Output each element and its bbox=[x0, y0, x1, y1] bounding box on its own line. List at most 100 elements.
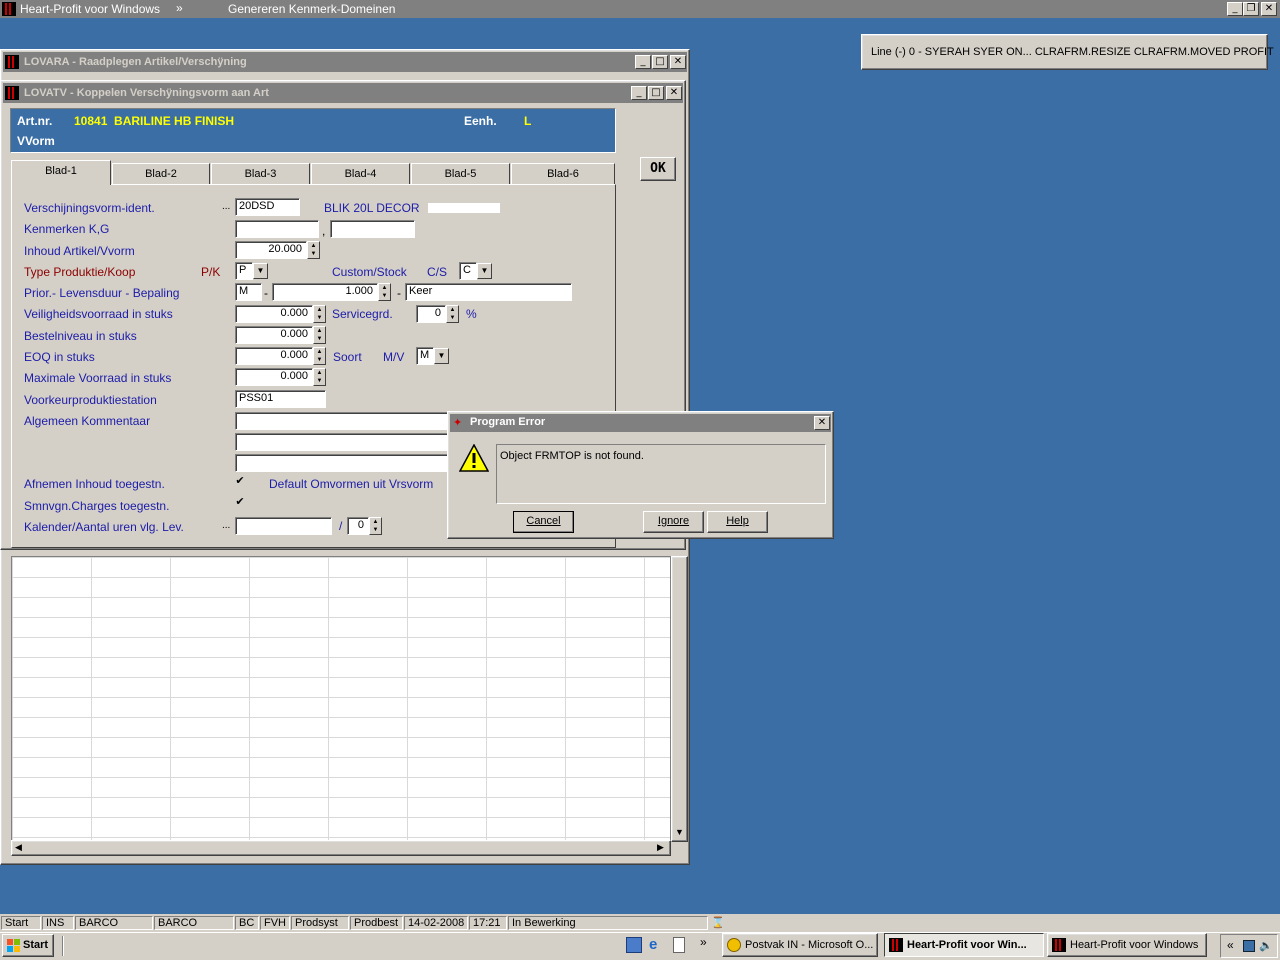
maximale-voorraad-label: Maximale Voorraad in stuks bbox=[24, 371, 172, 385]
servicegraad-input[interactable]: 0 bbox=[416, 305, 446, 323]
veiligheidsvoorraad-label: Veiligheidsvoorraad in stuks bbox=[24, 307, 173, 321]
article-header: Art.nr. 10841 BARILINE HB FINISH Eenh. L… bbox=[10, 108, 616, 153]
status-bc: BC bbox=[235, 916, 259, 930]
eenh-value: L bbox=[524, 114, 532, 128]
afnemen-inhoud-checkbox[interactable]: ✔ bbox=[234, 476, 246, 488]
artnr-value: 10841 BARILINE HB FINISH bbox=[74, 114, 235, 128]
dialog-close-button[interactable]: ✕ bbox=[814, 416, 830, 430]
ie-icon[interactable]: e bbox=[649, 937, 665, 953]
window-lovara-title: LOVARA - Raadplegen Artikel/Verschÿning bbox=[24, 56, 247, 68]
restore-button[interactable]: ❐ bbox=[1243, 2, 1259, 16]
minimize-button[interactable]: _ bbox=[1227, 2, 1243, 16]
task-outlook[interactable]: Postvak IN - Microsoft O... bbox=[722, 933, 878, 957]
kommentaar-line-2[interactable] bbox=[235, 433, 449, 451]
lovatv-close-button[interactable]: ✕ bbox=[666, 86, 682, 100]
soort-dropdown-icon[interactable]: ▼ bbox=[434, 348, 449, 364]
start-button[interactable]: Start bbox=[2, 934, 54, 957]
desktop-icon[interactable] bbox=[626, 937, 642, 953]
type-produktie-dropdown-icon[interactable]: ▼ bbox=[253, 263, 268, 279]
inhoud-stepper[interactable]: ▲ ▼ bbox=[307, 241, 320, 259]
custom-stock-label: Custom/Stock bbox=[332, 265, 407, 279]
ignore-button[interactable]: Ignore bbox=[643, 511, 704, 533]
eoq-input[interactable]: 0.000 bbox=[235, 347, 313, 365]
bestelniveau-stepper[interactable]: ▲ ▼ bbox=[313, 326, 326, 344]
aantal-uren-input[interactable]: 0 bbox=[347, 517, 369, 535]
veiligheidsvoorraad-input[interactable]: 0.000 bbox=[235, 305, 313, 323]
voorkeurproduktiestation-input[interactable]: PSS01 bbox=[235, 390, 326, 408]
tab-blad-3[interactable]: Blad-3 bbox=[211, 163, 310, 185]
aantal-uren-stepper[interactable]: ▲ ▼ bbox=[369, 517, 382, 535]
bepaling-input[interactable]: Keer bbox=[405, 283, 572, 301]
lovara-maximize-button[interactable]: □ bbox=[652, 55, 668, 69]
notepad-icon[interactable] bbox=[673, 937, 685, 953]
task-heart-profit[interactable]: Heart-Profit voor Windows bbox=[1047, 933, 1207, 957]
kalender-input[interactable] bbox=[235, 517, 332, 535]
custom-stock-select[interactable]: C bbox=[459, 262, 477, 280]
servicegraad-percent: % bbox=[466, 307, 477, 321]
network-icon[interactable] bbox=[1243, 940, 1255, 952]
servicegraad-stepper[interactable]: ▲ ▼ bbox=[446, 305, 459, 323]
kenmerken-g-input[interactable] bbox=[330, 220, 415, 238]
status-info-box: Line (-) 0 - SYERAH SYER ON... CLRAFRM.R… bbox=[861, 34, 1274, 70]
bestelniveau-input[interactable]: 0.000 bbox=[235, 326, 313, 344]
tab-blad-6[interactable]: Blad-6 bbox=[511, 163, 615, 185]
kommentaar-line-1[interactable] bbox=[235, 412, 449, 430]
help-button[interactable]: Help bbox=[707, 511, 768, 533]
ok-button[interactable]: OK bbox=[640, 157, 676, 181]
grid-horizontal-scrollbar[interactable]: ◀ ▶ bbox=[11, 840, 671, 856]
inhoud-label: Inhoud Artikel/Vvorm bbox=[24, 244, 135, 258]
quicklaunch-chevron[interactable]: » bbox=[700, 935, 707, 949]
cancel-button[interactable]: Cancel bbox=[513, 511, 574, 533]
soort-select[interactable]: M bbox=[416, 347, 434, 365]
prior-dash-1: - bbox=[264, 286, 268, 300]
quicklaunch-divider bbox=[62, 936, 64, 956]
custom-stock-dropdown-icon[interactable]: ▼ bbox=[477, 263, 492, 279]
status-prodsyst: Prodsyst bbox=[291, 916, 349, 930]
close-button[interactable]: ✕ bbox=[1261, 2, 1277, 16]
levensduur-stepper[interactable]: ▲ ▼ bbox=[378, 283, 391, 301]
tab-blad-4[interactable]: Blad-4 bbox=[311, 163, 410, 185]
kalender-label: Kalender/Aantal uren vlg. Lev. bbox=[24, 520, 184, 534]
inhoud-input[interactable]: 20.000 bbox=[235, 241, 307, 259]
lovara-close-button[interactable]: ✕ bbox=[670, 55, 686, 69]
prior-label: Prior.- Levensduur - Bepaling bbox=[24, 286, 180, 300]
verschijningsvorm-label: Verschijningsvorm-ident. bbox=[24, 201, 155, 215]
system-tray: « 🔈 bbox=[1220, 934, 1278, 958]
lovatv-minimize-button[interactable]: _ bbox=[631, 86, 647, 100]
start-label: Start bbox=[23, 939, 49, 951]
scroll-down-icon[interactable]: ▼ bbox=[675, 827, 684, 837]
type-produktie-select[interactable]: P bbox=[235, 262, 253, 280]
scroll-right-icon[interactable]: ▶ bbox=[657, 842, 664, 853]
soort-label: Soort bbox=[333, 350, 362, 364]
maximale-voorraad-stepper[interactable]: ▲ ▼ bbox=[313, 368, 326, 386]
grid-vertical-scrollbar[interactable]: ▼ bbox=[671, 556, 688, 842]
algemeen-kommentaar-label: Algemeen Kommentaar bbox=[24, 414, 151, 428]
tab-blad-1[interactable]: Blad-1 bbox=[11, 160, 111, 185]
dialog-titlebar: ✦ Program Error ✕ bbox=[450, 414, 831, 432]
tray-chevron[interactable]: « bbox=[1227, 938, 1234, 952]
hourglass-icon: ⌛ bbox=[711, 917, 725, 929]
lovara-minimize-button[interactable]: _ bbox=[635, 55, 651, 69]
status-time: 17:21 bbox=[469, 916, 507, 930]
status-start: Start bbox=[1, 916, 41, 930]
tab-blad-2[interactable]: Blad-2 bbox=[112, 163, 210, 185]
verschijningsvorm-input[interactable]: 20DSD bbox=[235, 198, 300, 216]
task-heart-profit-active[interactable]: Heart-Profit voor Win... bbox=[884, 933, 1044, 957]
veiligheidsvoorraad-stepper[interactable]: ▲ ▼ bbox=[313, 305, 326, 323]
kenmerken-k-input[interactable] bbox=[235, 220, 319, 238]
tab-blad-5[interactable]: Blad-5 bbox=[411, 163, 510, 185]
data-grid[interactable] bbox=[11, 556, 671, 842]
volume-icon[interactable]: 🔈 bbox=[1259, 939, 1273, 952]
kommentaar-line-3[interactable] bbox=[235, 454, 449, 472]
eoq-stepper[interactable]: ▲ ▼ bbox=[313, 347, 326, 365]
lovatv-maximize-button[interactable]: □ bbox=[648, 86, 664, 100]
verschijningsvorm-description: BLIK 20L DECOR bbox=[324, 201, 420, 215]
app-titlebar: Heart-Profit voor Windows » Genereren Ke… bbox=[0, 0, 1280, 18]
kalender-separator: / bbox=[339, 519, 343, 533]
scroll-left-icon[interactable]: ◀ bbox=[15, 842, 22, 853]
custom-stock-code: C/S bbox=[427, 265, 448, 279]
levensduur-input[interactable]: 1.000 bbox=[272, 283, 378, 301]
prior-input[interactable]: M bbox=[235, 283, 262, 301]
maximale-voorraad-input[interactable]: 0.000 bbox=[235, 368, 313, 386]
smnvgn-charges-checkbox[interactable]: ✔ bbox=[234, 497, 246, 509]
